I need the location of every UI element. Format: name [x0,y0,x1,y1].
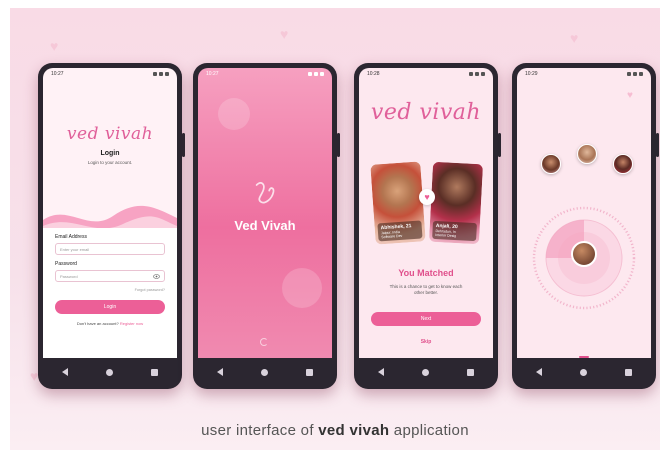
email-placeholder: Enter your email [60,246,90,252]
password-placeholder: Password [60,273,78,279]
login-screen: 10:27 ved vivah Login Login to your acco… [43,68,177,358]
home-icon[interactable] [106,368,113,376]
heart-icon: ♥ [419,189,435,205]
recents-icon[interactable] [625,368,632,376]
password-field[interactable]: Password [55,270,165,282]
profile-card-groom[interactable]: Abhishek, 21 Jaipur, India Software Dev [370,161,426,245]
next-button[interactable]: Next [371,312,481,326]
splash-screen: 10:27 Ved Vivah [198,68,332,358]
wifi-icon [308,72,312,76]
battery-icon [481,72,485,76]
bubble-decoration [282,268,322,308]
match-title: You Matched [398,268,454,278]
bubble-decoration [218,98,250,130]
heart-decoration-icon: ♥ [627,90,633,101]
status-time: 10:29 [525,71,538,77]
login-button[interactable]: Login [55,300,165,314]
discover-screen: 10:29 ♥ [517,68,651,358]
battery-icon [165,72,169,76]
status-time: 10:28 [367,71,380,77]
heart-decoration-icon: ♥ [280,26,289,42]
signup-prompt-text: Don't have an account? [76,321,119,326]
caption-suffix: application [389,422,469,439]
phone-discover: 10:29 ♥ [512,63,659,389]
signal-icon [314,72,318,76]
user-avatar[interactable] [571,241,597,267]
register-link[interactable]: Register now [120,321,143,326]
status-bar: 10:27 [43,68,177,80]
caption-prefix: user interface of [201,422,319,439]
recents-icon[interactable] [467,368,474,376]
back-icon[interactable] [536,368,542,376]
status-time: 10:27 [206,71,219,77]
heart-decoration-icon: ♥ [50,38,59,54]
page-subtitle: Login to your account. [87,160,133,165]
heart-decoration-icon: ♥ [570,30,579,46]
android-navbar [198,359,332,385]
phone-splash: 10:27 Ved Vivah [193,63,340,389]
profile-card-bride[interactable]: Anjali, 20 Dehradun, In Interior Desig [428,161,484,245]
match-description: This is a chance to get to know each oth… [389,284,463,295]
wifi-icon [153,72,157,76]
nearby-profile-avatar[interactable] [541,154,561,174]
signup-prompt: Don't have an account? Register now [55,321,165,326]
android-navbar [517,359,651,385]
profile-info: Anjali, 20 Dehradun, In Interior Desig [432,220,477,242]
match-screen: 10:28 ved vivah Abhishek, 21 Jaipur, Ind… [359,68,493,358]
home-icon[interactable] [261,368,268,376]
signal-icon [633,72,637,76]
app-name: Ved Vivah [234,218,296,233]
brand-monogram-icon [255,182,275,204]
brand-logo: ved vivah [66,124,154,144]
showcase-background: ♥ ♥ ♥ ♥ ♥ 10:27 ved vivah Login Login to… [10,8,660,450]
signal-icon [475,72,479,76]
phone-login: 10:27 ved vivah Login Login to your acco… [38,63,185,389]
page-indicator [579,356,589,358]
eye-icon[interactable] [153,273,160,279]
nearby-profile-avatar[interactable] [577,144,597,164]
battery-icon [639,72,643,76]
recents-icon[interactable] [306,368,313,376]
email-field[interactable]: Enter your email [55,243,165,255]
wifi-icon [627,72,631,76]
caption-ved: ved [318,422,346,439]
android-navbar [359,359,493,385]
showcase-caption: user interface of ved vivah application [10,422,660,439]
match-cards: Abhishek, 21 Jaipur, India Software Dev … [370,161,484,247]
signal-icon [159,72,163,76]
status-bar: 10:27 [198,68,332,80]
phone-match: 10:28 ved vivah Abhishek, 21 Jaipur, Ind… [354,63,501,389]
status-time: 10:27 [51,71,64,77]
caption-vivah: vivah [349,422,390,439]
skip-link[interactable]: Skip [359,339,493,345]
back-icon[interactable] [217,368,223,376]
status-bar: 10:29 [517,68,651,80]
wifi-icon [469,72,473,76]
status-bar: 10:28 [359,68,493,80]
loading-spinner-icon [260,338,268,346]
email-label: Email Address [55,234,87,240]
page-title: Login [100,150,120,157]
forgot-password-link[interactable]: Forgot password? [55,288,165,292]
battery-icon [320,72,324,76]
password-label: Password [55,261,77,267]
nearby-profile-avatar[interactable] [613,154,633,174]
android-navbar [43,359,177,385]
profile-job: Interior Desig [435,232,457,239]
back-icon[interactable] [378,368,384,376]
login-form: Email Address Enter your email Password … [43,228,177,358]
recents-icon[interactable] [151,368,158,376]
home-icon[interactable] [580,368,587,376]
brand-logo: ved vivah [370,100,482,125]
back-icon[interactable] [62,368,68,376]
home-icon[interactable] [422,368,429,376]
profile-info: Abhishek, 21 Jaipur, India Software Dev [377,220,423,242]
